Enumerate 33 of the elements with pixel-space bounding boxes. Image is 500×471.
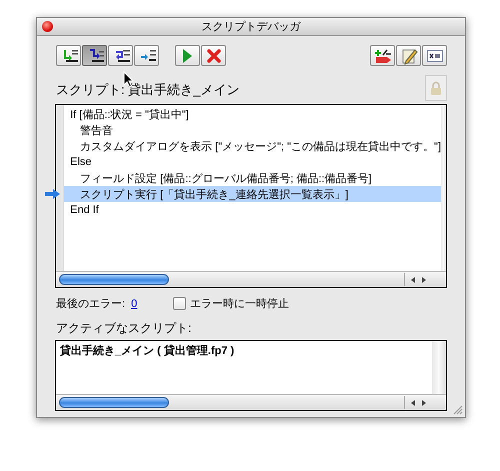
pause-checkbox[interactable] [173, 297, 186, 310]
error-code-link[interactable]: 0 [131, 298, 138, 310]
padlock-icon [430, 80, 442, 96]
close-button[interactable] [42, 21, 53, 32]
cross-icon [204, 46, 222, 64]
play-icon [183, 48, 192, 62]
current-step-arrow-icon [45, 189, 60, 199]
script-step[interactable]: カスタムダイアログを表示 ["メッセージ"; "この備品は現在貸出中です。"] [64, 138, 442, 154]
script-step[interactable]: フィールド設定 [備品::グローバル備品番号; 備品::備品番号] [64, 170, 442, 186]
vertical-scrollbar[interactable] [441, 105, 446, 271]
scroll-thumb[interactable] [59, 397, 169, 408]
vertical-scrollbar[interactable] [432, 341, 446, 394]
scroll-thumb[interactable] [59, 274, 169, 285]
data-viewer-button[interactable] [422, 45, 447, 66]
pause-on-error-label: エラー時に一時停止 [190, 297, 290, 311]
breakpoint-icon [374, 46, 392, 64]
pencil-icon [400, 46, 418, 64]
halt-button[interactable] [201, 45, 226, 66]
set-next-button[interactable] [134, 45, 159, 66]
step-button[interactable] [56, 45, 81, 66]
edit-button[interactable] [396, 45, 421, 66]
script-step[interactable]: Else [64, 154, 442, 170]
script-step[interactable]: End If [64, 202, 442, 218]
script-step[interactable]: 警告音 [64, 122, 442, 138]
script-step[interactable]: If [備品::状況 = "貸出中"] [64, 106, 442, 122]
breakpoint-button[interactable] [370, 45, 395, 66]
step-into-button[interactable] [82, 45, 107, 66]
last-error-label: 最後のエラー: [56, 297, 126, 311]
active-scripts-label: アクティブなスクリプト: [55, 320, 192, 337]
resize-grip-icon[interactable] [453, 405, 463, 415]
window-title: スクリプトデバッガ [200, 20, 302, 34]
step-out-button[interactable] [108, 45, 133, 66]
run-button[interactable] [175, 45, 200, 66]
